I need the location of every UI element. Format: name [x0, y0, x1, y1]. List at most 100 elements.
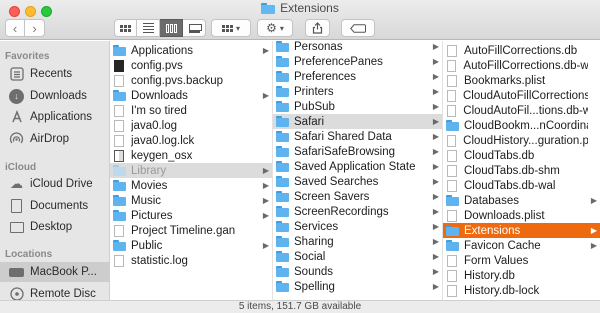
file-row[interactable]: History.db	[443, 268, 600, 283]
folder-row[interactable]: CloudBookm...nCoordinator	[443, 118, 600, 133]
sidebar-item-airdrop[interactable]: AirDrop	[0, 129, 109, 149]
folder-row[interactable]: Public ▶	[110, 238, 272, 253]
folder-icon	[261, 2, 276, 14]
folder-row[interactable]: SafariSafeBrowsing ▶	[273, 144, 442, 159]
forward-button[interactable]: ›	[25, 19, 45, 37]
file-row[interactable]: statistic.log	[110, 253, 272, 268]
folder-row[interactable]: PreferencePanes ▶	[273, 54, 442, 69]
file-row[interactable]: CloudTabs.db-wal	[443, 178, 600, 193]
chevron-right-icon: ▶	[262, 211, 270, 220]
terminal-file-icon	[114, 59, 124, 72]
gallery-view-button[interactable]	[183, 19, 206, 37]
file-row[interactable]: CloudTabs.db	[443, 148, 600, 163]
file-row[interactable]: CloudAutoFil...tions.db-wal	[443, 103, 600, 118]
folder-row[interactable]: Safari Shared Data ▶	[273, 129, 442, 144]
folder-row[interactable]: Saved Searches ▶	[273, 174, 442, 189]
sidebar-item-macbook[interactable]: MacBook P...	[0, 262, 109, 282]
action-button[interactable]: ⚙ ▾	[257, 19, 293, 37]
file-row[interactable]: config.pvs	[110, 58, 272, 73]
row-label: History.db	[464, 269, 515, 282]
sidebar-item-label: MacBook P...	[30, 266, 97, 278]
file-row[interactable]: java0.log.lck	[110, 133, 272, 148]
folder-row[interactable]: Personas ▶	[273, 41, 442, 54]
chevron-right-icon: ▶	[432, 132, 440, 141]
folder-row[interactable]: Pictures ▶	[110, 208, 272, 223]
folder-row[interactable]: Spelling ▶	[273, 279, 442, 294]
window-title: Extensions	[0, 1, 600, 15]
folder-row[interactable]: Databases ▶	[443, 193, 600, 208]
folder-row[interactable]: Extensions ▶	[443, 223, 600, 238]
tags-button[interactable]	[341, 19, 375, 37]
sidebar-item-recents[interactable]: Recents	[0, 64, 109, 84]
folder-row[interactable]: Screen Savers ▶	[273, 189, 442, 204]
folder-row[interactable]: Favicon Cache ▶	[443, 238, 600, 253]
file-row[interactable]: History.db-lock	[443, 283, 600, 298]
sidebar-item-label: Recents	[30, 68, 73, 80]
file-row[interactable]: Bookmarks.plist	[443, 73, 600, 88]
row-label: Databases	[464, 194, 519, 207]
back-button[interactable]: ‹	[5, 19, 25, 37]
group-button[interactable]: ▾	[211, 19, 251, 37]
file-row[interactable]: config.pvs.backup	[110, 73, 272, 88]
chevron-down-icon: ▾	[279, 23, 284, 33]
download-icon: ↓	[9, 88, 24, 104]
folder-row[interactable]: Downloads ▶	[110, 88, 272, 103]
folder-row[interactable]: Social ▶	[273, 249, 442, 264]
file-row[interactable]: Form Values	[443, 253, 600, 268]
folder-row[interactable]: PubSub ▶	[273, 99, 442, 114]
sidebar-item-applications[interactable]: Applications	[0, 107, 109, 127]
file-row[interactable]: keygen_osx	[110, 148, 272, 163]
file-row[interactable]: CloudAutoFillCorrections.db	[443, 88, 600, 103]
folder-row[interactable]: Saved Application State ▶	[273, 159, 442, 174]
sidebar-item-remote-disc[interactable]: Remote Disc	[0, 284, 109, 300]
file-row[interactable]: I'm so tired	[110, 103, 272, 118]
folder-row[interactable]: Applications ▶	[110, 43, 272, 58]
chevron-right-icon: ▶	[590, 241, 598, 250]
folder-icon	[276, 176, 289, 187]
row-label: keygen_osx	[131, 149, 193, 162]
row-label: CloudTabs.db-wal	[464, 179, 556, 192]
row-label: CloudAutoFil...tions.db-wal	[463, 104, 588, 117]
sidebar-item-label: Remote Disc	[30, 288, 96, 300]
chevron-left-icon: ‹	[12, 20, 18, 36]
file-row[interactable]: AutoFillCorrections.db	[443, 43, 600, 58]
file-row[interactable]: java0.log	[110, 118, 272, 133]
folder-row[interactable]: Safari ▶	[273, 114, 442, 129]
folder-row[interactable]: Preferences ▶	[273, 69, 442, 84]
folder-row[interactable]: Music ▶	[110, 193, 272, 208]
list-view-button[interactable]	[137, 19, 160, 37]
sidebar-item-desktop[interactable]: Desktop	[0, 217, 109, 237]
folder-icon	[276, 161, 289, 172]
file-row[interactable]: CloudHistory...guration.plist	[443, 133, 600, 148]
column-home: Applications ▶ config.pvs config.pvs.backup…	[110, 41, 273, 300]
folder-row[interactable]: Printers ▶	[273, 84, 442, 99]
folder-row[interactable]: Movies ▶	[110, 178, 272, 193]
file-row[interactable]: Project Timeline.gan	[110, 223, 272, 238]
document-icon	[114, 224, 124, 237]
row-label: Services	[294, 220, 339, 233]
row-label: Safari	[294, 115, 325, 128]
folder-row[interactable]: Library ▶	[110, 163, 272, 178]
file-row[interactable]: AutoFillCorrections.db-wal	[443, 58, 600, 73]
icon-view-button[interactable]	[114, 19, 137, 37]
folder-icon	[276, 56, 289, 67]
column-view-button[interactable]	[160, 19, 183, 37]
folder-icon	[446, 240, 459, 251]
file-row[interactable]: Downloads.plist	[443, 208, 600, 223]
row-label: Screen Savers	[294, 190, 370, 203]
folder-row[interactable]: ScreenRecordings ▶	[273, 204, 442, 219]
sidebar-item-downloads[interactable]: ↓ Downloads	[0, 86, 109, 106]
row-label: statistic.log	[131, 254, 188, 267]
chevron-right-icon: ▶	[262, 196, 270, 205]
file-row[interactable]: CloudTabs.db-shm	[443, 163, 600, 178]
document-icon	[114, 254, 124, 267]
folder-row[interactable]: Sounds ▶	[273, 264, 442, 279]
folder-row[interactable]: Services ▶	[273, 219, 442, 234]
row-label: java0.log	[131, 119, 178, 132]
sidebar-item-documents[interactable]: Documents	[0, 196, 109, 216]
share-button[interactable]	[305, 19, 330, 37]
row-label: config.pvs.backup	[131, 74, 224, 87]
folder-row[interactable]: Sharing ▶	[273, 234, 442, 249]
sidebar-item-icloud-drive[interactable]: ☁ iCloud Drive	[0, 174, 109, 194]
row-label: Social	[294, 250, 326, 263]
